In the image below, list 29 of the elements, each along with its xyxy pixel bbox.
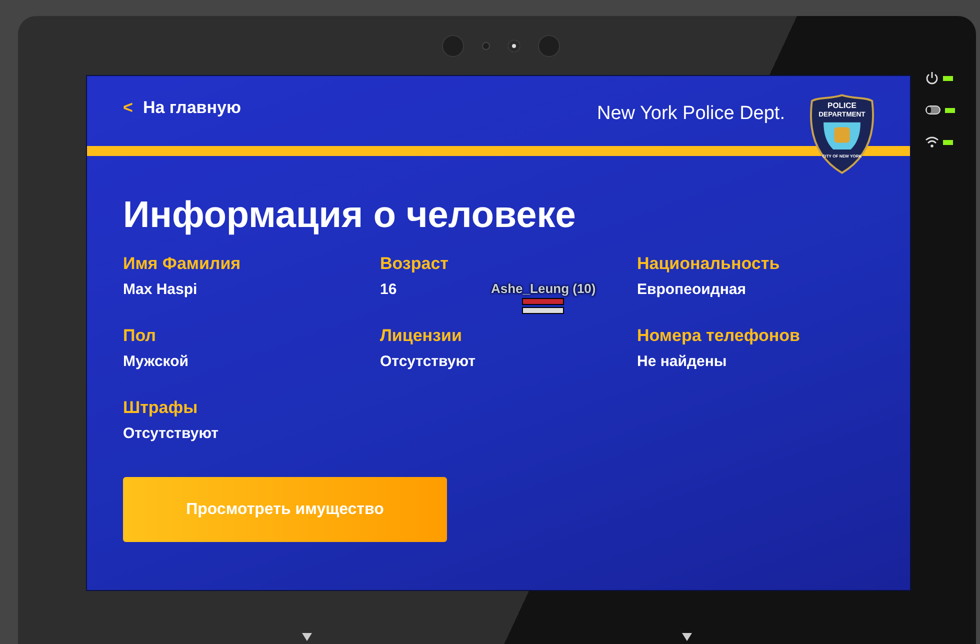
back-link[interactable]: < На главную [123,98,241,118]
field-value: Европеоидная [637,281,746,298]
field-value: Отсутствуют [380,353,476,370]
triangle-marker-icon [682,633,692,641]
triangle-marker-icon [302,633,312,641]
sensor-icon [482,42,490,50]
camera-icon [508,40,520,52]
field-label: Пол [123,326,156,346]
field-value: 16 [380,281,397,298]
field-label: Лицензии [380,326,462,346]
field-label: Имя Фамилия [123,254,241,274]
status-bar [522,307,564,314]
field-value: Отсутствуют [123,425,218,442]
power-icon [925,71,939,85]
field-label: Штрафы [123,398,198,418]
field-value: Max Haspi [123,281,198,298]
status-bar [522,298,564,305]
page-title: Информация о человеке [123,194,577,236]
field-label: Возраст [380,254,449,274]
department-name: New York Police Dept. [597,103,785,125]
field-label: Национальность [637,254,780,274]
player-nametag: Ashe_Leung (10) [491,281,596,296]
field-value: Мужской [123,353,188,370]
camera-lens-icon [538,34,560,56]
field-value: Не найдены [637,353,727,370]
field-label: Номера телефонов [637,326,800,346]
battery-icon [925,105,941,115]
camera-lens-icon [442,34,464,56]
wifi-icon [925,135,939,149]
